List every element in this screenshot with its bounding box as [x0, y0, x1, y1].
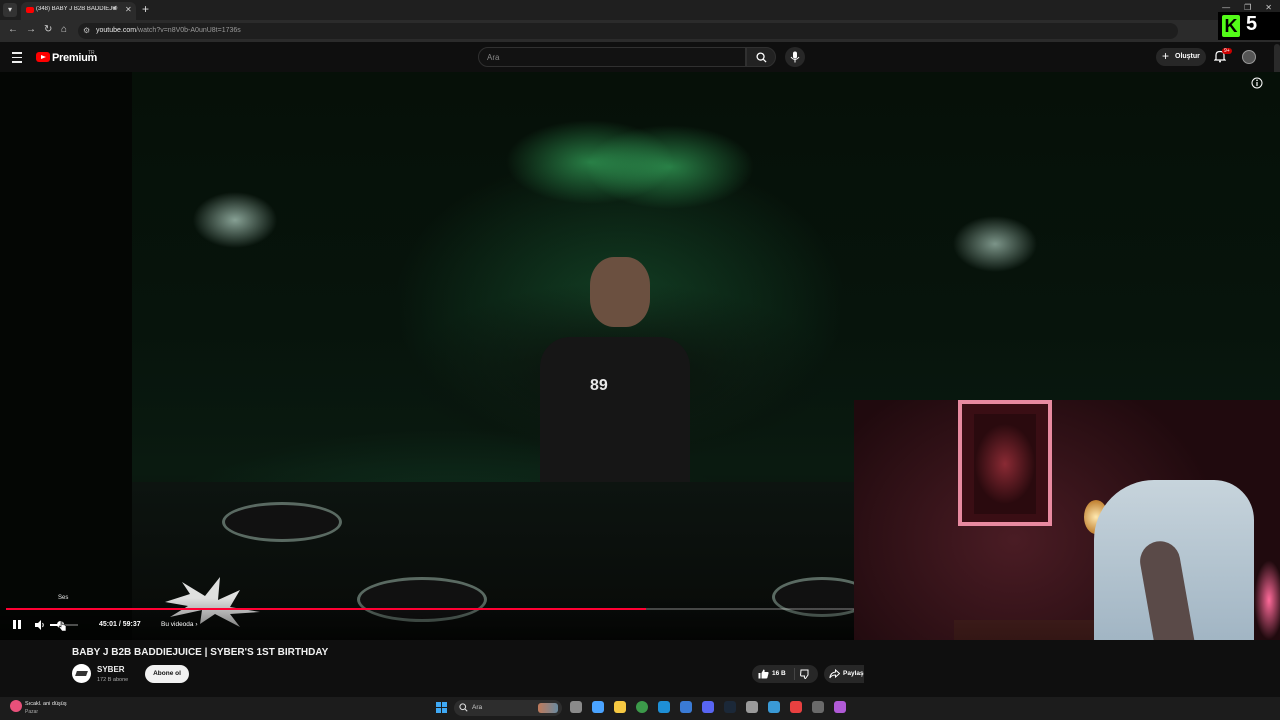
create-label: Oluştur — [1175, 53, 1200, 60]
volume-tooltip: Ses — [58, 595, 69, 601]
share-button[interactable]: Paylaş — [824, 665, 864, 683]
player-controls — [0, 598, 854, 640]
screen: ▾ (348) BABY J B2B BADDIEJUICE 🔊︎ ✕ + — … — [0, 0, 1280, 720]
file-explorer-icon[interactable] — [570, 701, 582, 713]
search-icon — [459, 703, 468, 712]
app-icon[interactable] — [834, 701, 846, 713]
menu-icon[interactable] — [12, 52, 24, 63]
shirt-number: 89 — [590, 377, 608, 394]
subscriber-count: 172 B abone — [97, 677, 129, 683]
discord-icon[interactable] — [702, 701, 714, 713]
youtube-logo-icon[interactable] — [36, 52, 50, 62]
voice-search-button[interactable] — [785, 47, 805, 67]
minimize-icon[interactable]: — — [1222, 3, 1230, 12]
steam-icon[interactable] — [724, 701, 736, 713]
site-info-icon[interactable]: ⚙ — [83, 26, 90, 35]
chapter-label: Bu videoda — [161, 621, 194, 628]
youtube-header: Premium TR Ara + Oluştur 9+ — [0, 44, 1280, 72]
reload-icon[interactable]: ↻ — [44, 24, 52, 35]
microphone-icon — [790, 51, 800, 63]
window-controls: — ❐ ✕ — [1222, 3, 1272, 12]
weather-icon[interactable] — [10, 700, 22, 712]
streamer-figure — [1054, 460, 1280, 640]
start-button-icon[interactable] — [436, 702, 447, 713]
network-icon[interactable] — [768, 701, 780, 713]
search-input[interactable]: Ara — [478, 47, 746, 67]
search-highlight-icon — [538, 703, 558, 713]
new-tab-button[interactable]: + — [142, 2, 149, 16]
home-icon[interactable]: ⌂ — [61, 24, 67, 35]
video-player[interactable]: 89 — [0, 72, 1280, 640]
region-label: TR — [88, 50, 95, 56]
progress-fill — [6, 608, 647, 610]
taskbar-search-label: Ara — [472, 704, 483, 711]
like-count: 16 B — [772, 670, 786, 677]
edge-icon[interactable] — [658, 701, 670, 713]
channel-avatar[interactable] — [72, 664, 91, 683]
weather-title[interactable]: Sıcakl. ani düşüş — [25, 701, 67, 707]
chrome-icon[interactable] — [636, 701, 648, 713]
search-icon — [756, 52, 767, 63]
taskbar-search[interactable]: Ara — [454, 700, 562, 716]
info-icon[interactable] — [1251, 77, 1263, 89]
progress-bar[interactable] — [6, 608, 854, 610]
back-icon[interactable]: ← — [8, 24, 18, 35]
framed-poster — [958, 400, 1052, 526]
video-title: BABY J B2B BADDIEJUICE | SYBER'S 1ST BIR… — [72, 647, 329, 658]
volume-icon[interactable] — [34, 619, 46, 631]
obs-icon[interactable] — [812, 701, 824, 713]
channel-name[interactable]: SYBER — [97, 665, 125, 674]
url-field[interactable]: ⚙ youtube.com/watch?v=n8V0b-A0unU8t=1736… — [78, 23, 1178, 39]
kick-badge-number: 5 — [1246, 13, 1258, 35]
close-window-icon[interactable]: ✕ — [1265, 3, 1272, 12]
chapters-button[interactable]: Bu videoda › — [161, 621, 198, 628]
share-icon — [829, 669, 840, 679]
folder-icon[interactable] — [614, 701, 626, 713]
share-label: Paylaş — [843, 670, 864, 677]
kick-overlay-badge: K 5 — [1218, 12, 1280, 40]
address-bar: ← → ↻ ⌂ ⚙ youtube.com/watch?v=n8V0b-A0un… — [0, 20, 1280, 42]
plus-icon: + — [1162, 49, 1170, 63]
search-button[interactable] — [746, 47, 776, 67]
weather-subtitle: Pazar — [25, 709, 39, 715]
kick-logo-icon: K — [1222, 15, 1240, 37]
pause-button[interactable] — [12, 620, 22, 630]
dj-figure: 89 — [540, 257, 690, 517]
browser-tab[interactable]: (348) BABY J B2B BADDIEJUICE 🔊︎ ✕ — [21, 2, 136, 20]
settings-icon[interactable] — [746, 701, 758, 713]
search-placeholder: Ara — [487, 53, 500, 62]
webcam-pip — [854, 400, 1280, 640]
url-path: /watch?v=n8V0b-A0unU8t=1736s — [136, 27, 241, 34]
url-host: youtube.com — [96, 27, 137, 34]
maximize-icon[interactable]: ❐ — [1244, 3, 1251, 12]
create-button[interactable]: + Oluştur — [1156, 48, 1206, 66]
store-icon[interactable] — [680, 701, 692, 713]
notifications-badge: 9+ — [1222, 48, 1232, 54]
close-tab-icon[interactable]: ✕ — [125, 5, 132, 14]
media-icon[interactable] — [790, 701, 802, 713]
time-display: 45:01 / 59:37 — [99, 621, 141, 628]
tab-search-button[interactable]: ▾ — [3, 3, 17, 17]
windows-taskbar: Sıcakl. ani düşüş Pazar Ara — [0, 697, 1280, 720]
like-button-icon[interactable] — [758, 669, 769, 679]
copilot-icon[interactable] — [592, 701, 604, 713]
audio-playing-icon[interactable]: 🔊︎ — [113, 5, 117, 13]
subscribe-button[interactable]: Abone ol — [145, 665, 189, 683]
dislike-button-icon[interactable] — [800, 669, 811, 679]
mouse-cursor-icon — [58, 620, 67, 632]
account-avatar[interactable] — [1242, 50, 1256, 64]
forward-icon[interactable]: → — [26, 24, 36, 35]
browser-tab-bar: ▾ (348) BABY J B2B BADDIEJUICE 🔊︎ ✕ + — … — [0, 0, 1280, 20]
youtube-favicon-icon — [26, 7, 34, 13]
tab-title: (348) BABY J B2B BADDIEJUICE — [36, 6, 116, 12]
like-dislike-group: 16 B — [752, 665, 818, 683]
